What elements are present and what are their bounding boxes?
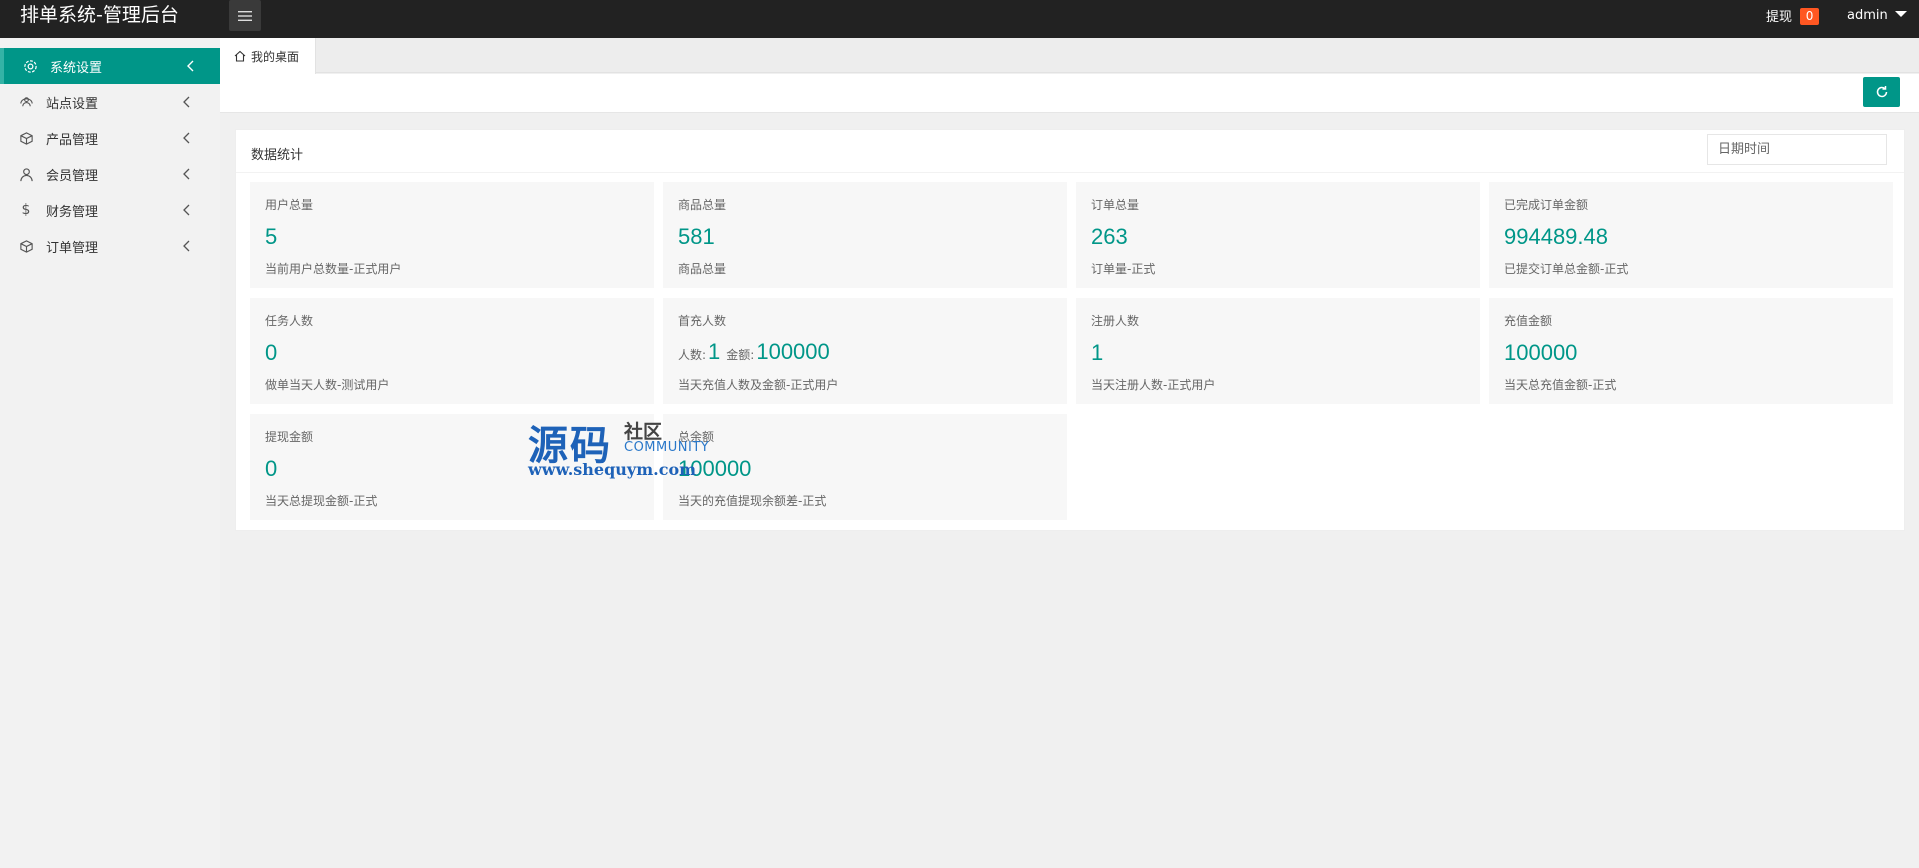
withdraw-count-badge: 0 [1800,8,1820,25]
stat-desc: 已提交订单总金额-正式 [1504,262,1629,276]
sidebar-item-label: 系统设置 [50,60,103,76]
toolbar [220,74,1919,113]
withdraw-link[interactable]: 提现 0 [1766,0,1820,31]
tab-my-desktop[interactable]: 我的桌面 [220,38,316,74]
stat-label: 注册人数 [1091,314,1140,328]
stat-value: 1 [1091,340,1104,365]
stat-desc: 当前用户总数量-正式用户 [265,262,402,276]
stat-desc: 订单量-正式 [1091,262,1156,276]
home-icon [234,50,246,62]
stat-completed-order-amount: 已完成订单金额 994489.48 已提交订单总金额-正式 [1489,182,1893,288]
withdraw-label: 提现 [1766,10,1793,25]
sidebar: 系统设置 站点设置 产品管理 会员管理 $ 财务管理 订单管理 [0,38,220,868]
caret-down-icon [1894,11,1907,17]
stat-value: 994489.48 [1504,224,1608,249]
stat-desc: 当天总提现金额-正式 [265,494,378,508]
sidebar-item-label: 产品管理 [46,132,99,148]
chevron-left-icon [187,60,194,72]
stat-value: 100000 [1504,340,1578,365]
watermark-url: www.shequym.com [528,460,697,479]
watermark-english: COMMUNITY [624,440,710,455]
stat-desc: 当天注册人数-正式用户 [1091,378,1216,392]
sidebar-item-product-management[interactable]: 产品管理 [0,120,220,156]
chevron-left-icon [183,96,190,108]
sidebar-item-label: 会员管理 [46,168,99,184]
sidebar-item-system-settings[interactable]: 系统设置 [0,48,220,84]
stat-registered-users: 注册人数 1 当天注册人数-正式用户 [1076,298,1480,404]
amount-key: 金额: [726,348,755,362]
user-menu[interactable]: admin [1847,0,1907,31]
card-header: 数据统计 [236,130,1904,173]
sidebar-item-label: 站点设置 [46,96,99,112]
stat-label: 已完成订单金额 [1504,198,1589,212]
sidebar-item-member-management[interactable]: 会员管理 [0,156,220,192]
sidebar-item-order-management[interactable]: 订单管理 [0,228,220,264]
chevron-left-icon [183,132,190,144]
stat-desc: 做单当天人数-测试用户 [265,378,390,392]
sidebar-item-label: 财务管理 [46,204,99,220]
date-time-input[interactable] [1707,134,1887,165]
stat-first-recharge: 首充人数 人数: 1 金额: 100000 当天充值人数及金额-正式用户 [663,298,1067,404]
tab-bar: 我的桌面 [220,38,1919,74]
hamburger-icon [238,10,252,21]
stat-total-users: 用户总量 5 当前用户总数量-正式用户 [250,182,654,288]
gear-icon [22,58,38,74]
stat-value: 0 [265,340,278,365]
stat-desc: 商品总量 [678,262,727,276]
stat-total-products: 商品总量 581 商品总量 [663,182,1067,288]
stat-value: 581 [678,224,715,249]
sidebar-item-label: 订单管理 [46,240,99,256]
stat-value: 5 [265,224,278,249]
stat-total-orders: 订单总量 263 订单量-正式 [1076,182,1480,288]
stat-value: 263 [1091,224,1128,249]
sidebar-item-finance-management[interactable]: $ 财务管理 [0,192,220,228]
refresh-icon [1876,86,1887,98]
sidebar-item-site-settings[interactable]: 站点设置 [0,84,220,120]
count-key: 人数: [678,348,707,362]
stat-label: 提现金额 [265,430,314,444]
card-title: 数据统计 [251,148,304,163]
tab-label: 我的桌面 [251,49,300,64]
stat-label: 首充人数 [678,314,727,328]
menu-toggle-button[interactable] [229,0,261,31]
user-icon [18,166,34,182]
username: admin [1847,8,1888,23]
stat-label: 用户总量 [265,198,314,212]
stat-value: 0 [265,456,278,481]
chevron-left-icon [183,204,190,216]
stat-label: 充值金额 [1504,314,1553,328]
app-title: 排单系统-管理后台 [20,4,179,26]
first-recharge-values: 人数: 1 金额: 100000 [678,339,836,365]
refresh-button[interactable] [1863,77,1900,107]
stat-task-users: 任务人数 0 做单当天人数-测试用户 [250,298,654,404]
stat-label: 任务人数 [265,314,314,328]
order-icon [18,238,34,254]
stats-card: 数据统计 用户总量 5 当前用户总数量-正式用户 商品总量 581 商品总量 订… [235,129,1905,531]
chevron-left-icon [183,240,190,252]
site-icon [18,94,34,110]
stat-label: 订单总量 [1091,198,1140,212]
amount-value: 100000 [756,339,830,364]
dollar-icon: $ [21,202,31,218]
box-icon [18,130,34,146]
stat-desc: 当天充值人数及金额-正式用户 [678,378,839,392]
stat-label: 商品总量 [678,198,727,212]
stat-desc: 当天的充值提现余额差-正式 [678,494,827,508]
chevron-left-icon [183,168,190,180]
count-value: 1 [708,339,721,364]
watermark-logo: 源码 社区 COMMUNITY www.shequym.com [528,413,728,483]
top-header: 排单系统-管理后台 提现 0 admin [0,0,1919,38]
stat-recharge-amount: 充值金额 100000 当天总充值金额-正式 [1489,298,1893,404]
stat-desc: 当天总充值金额-正式 [1504,378,1617,392]
